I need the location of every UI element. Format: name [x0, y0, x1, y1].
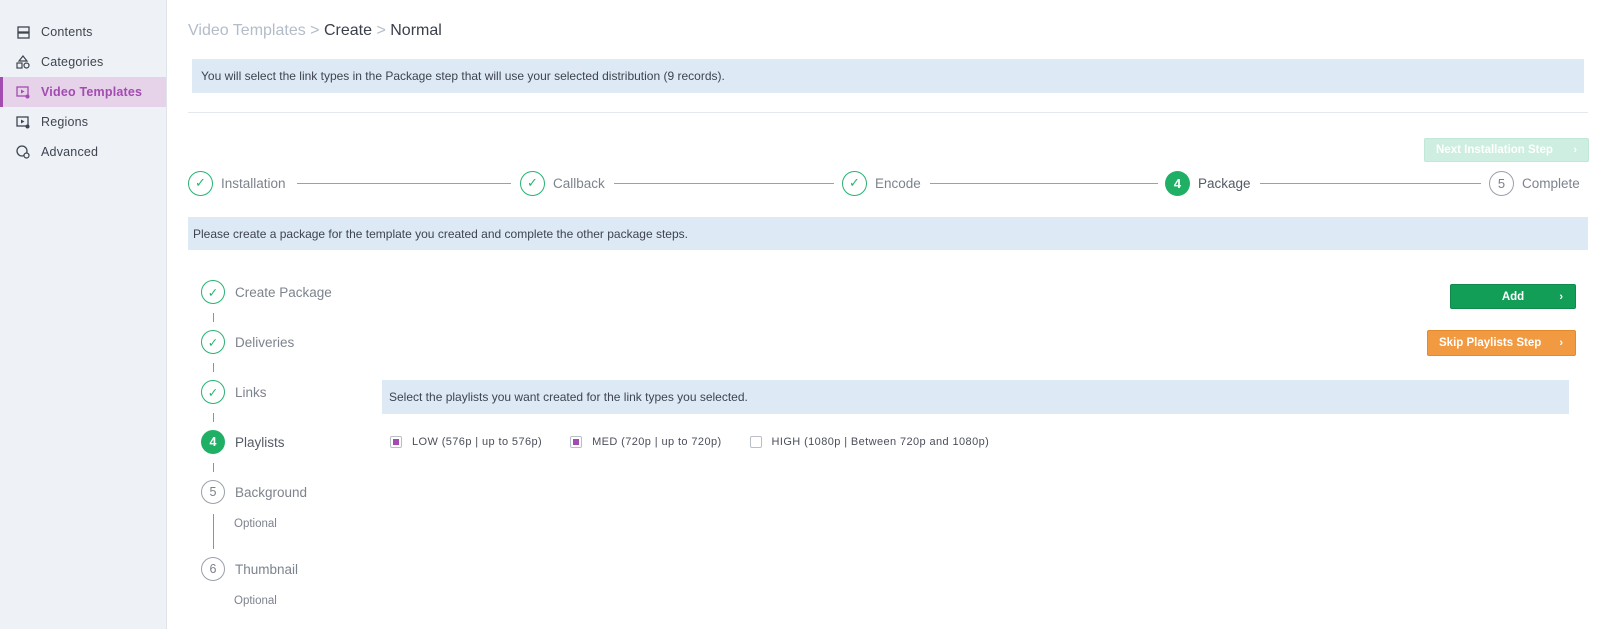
package-info-text: Please create a package for the template… — [193, 226, 688, 241]
sidebar-item-categories[interactable]: Categories — [0, 47, 166, 77]
add-button-label: Add — [1501, 290, 1525, 303]
playlists-info-text: Select the playlists you want created fo… — [389, 390, 748, 404]
sidebar-item-regions[interactable]: Regions — [0, 107, 166, 137]
substep-connector — [213, 363, 214, 372]
skip-playlists-step-label: Skip Playlists Step — [1439, 337, 1542, 349]
check-icon: ✓ — [201, 380, 225, 404]
step-label: Installation — [221, 175, 286, 191]
playlist-option-low[interactable]: LOW (576p | up to 576p) — [390, 436, 542, 448]
substep-connector — [213, 413, 214, 422]
contents-icon — [16, 25, 30, 39]
sidebar-item-advanced[interactable]: Advanced — [0, 137, 166, 167]
substep-number: 6 — [201, 557, 225, 581]
sidebar-item-label: Video Templates — [41, 85, 143, 99]
next-installation-step-label: Next Installation Step — [1436, 144, 1553, 156]
check-icon: ✓ — [188, 170, 213, 196]
sidebar-item-contents[interactable]: Contents — [0, 17, 166, 47]
sidebar-item-video-templates[interactable]: Video Templates — [0, 77, 166, 107]
substep-number: 4 — [201, 430, 225, 454]
checkbox[interactable] — [749, 436, 762, 448]
breadcrumb-normal: Normal — [390, 22, 442, 39]
sidebar-item-label: Contents — [41, 25, 93, 39]
step-label: Callback — [553, 175, 605, 191]
stepper-connector — [1260, 183, 1481, 184]
distribution-info-text: You will select the link types in the Pa… — [201, 69, 725, 83]
chevron-right-icon: › — [1559, 290, 1563, 303]
package-info-banner: Please create a package for the template… — [188, 217, 1588, 250]
chevron-right-icon: › — [1573, 144, 1577, 156]
substep-label: Thumbnail — [235, 561, 299, 577]
optional-note: Optional — [234, 518, 277, 530]
add-button[interactable]: Add › — [1450, 284, 1576, 309]
playlist-option-label: LOW (576p | up to 576p) — [412, 436, 543, 448]
playlists-info-banner: Select the playlists you want created fo… — [382, 380, 1569, 414]
playlist-options: LOW (576p | up to 576p) MED (720p | up t… — [390, 436, 1017, 448]
breadcrumb-video-templates[interactable]: Video Templates — [188, 22, 306, 39]
check-icon: ✓ — [520, 170, 545, 196]
skip-playlists-step-button[interactable]: Skip Playlists Step › — [1427, 330, 1576, 356]
playlist-option-med[interactable]: MED (720p | up to 720p) — [570, 436, 721, 448]
divider — [188, 112, 1588, 113]
step-package[interactable]: 4 Package — [1165, 170, 1251, 196]
playlist-option-label: HIGH (1080p | Between 720p and 1080p) — [771, 436, 990, 448]
distribution-info-banner: You will select the link types in the Pa… — [192, 59, 1584, 93]
step-label: Package — [1198, 175, 1251, 191]
substep-label: Deliveries — [235, 334, 295, 350]
substep-label: Links — [235, 384, 267, 400]
breadcrumb-separator: > — [376, 22, 386, 39]
check-icon: ✓ — [842, 170, 867, 196]
breadcrumb-separator: > — [310, 22, 320, 39]
playlist-option-high[interactable]: HIGH (1080p | Between 720p and 1080p) — [749, 436, 990, 448]
chevron-right-icon: › — [1559, 337, 1563, 349]
video-templates-icon — [16, 85, 30, 99]
step-callback[interactable]: ✓ Callback — [520, 170, 605, 196]
substep-number: 5 — [201, 480, 225, 504]
stepper-connector — [930, 183, 1158, 184]
checkbox-checked-mark — [573, 439, 580, 445]
regions-icon — [16, 115, 30, 129]
checkbox-checked-mark — [393, 439, 399, 445]
sidebar-item-label: Categories — [41, 55, 104, 69]
categories-icon — [16, 55, 30, 69]
stepper-connector — [297, 183, 511, 184]
advanced-icon — [16, 145, 30, 159]
substep-create-package[interactable]: ✓ Create Package — [201, 280, 332, 304]
substep-background[interactable]: 5 Background — [201, 480, 307, 504]
next-installation-step-button[interactable]: Next Installation Step › — [1424, 138, 1589, 162]
substep-deliveries[interactable]: ✓ Deliveries — [201, 330, 294, 354]
step-label: Encode — [875, 175, 921, 191]
substep-thumbnail[interactable]: 6 Thumbnail — [201, 557, 298, 581]
substep-connector — [213, 313, 214, 322]
step-complete[interactable]: 5 Complete — [1489, 170, 1580, 196]
optional-note: Optional — [234, 595, 277, 607]
checkbox[interactable] — [390, 436, 402, 448]
substep-links[interactable]: ✓ Links — [201, 380, 267, 404]
checkbox[interactable] — [570, 436, 583, 448]
substep-connector — [213, 463, 214, 472]
check-icon: ✓ — [201, 330, 225, 354]
check-icon: ✓ — [201, 280, 225, 304]
sidebar: Contents Categories Video Templates Regi… — [0, 0, 167, 629]
playlist-option-label: MED (720p | up to 720p) — [592, 436, 722, 448]
sidebar-item-label: Advanced — [41, 145, 99, 159]
step-number: 5 — [1489, 170, 1514, 196]
sidebar-item-label: Regions — [41, 115, 89, 129]
step-number: 4 — [1165, 170, 1190, 196]
step-encode[interactable]: ✓ Encode — [842, 170, 921, 196]
breadcrumb: Video Templates > Create > Normal — [188, 22, 442, 40]
substep-playlists[interactable]: 4 Playlists — [201, 430, 285, 454]
step-label: Complete — [1522, 175, 1580, 191]
substep-label: Playlists — [235, 434, 285, 450]
step-installation[interactable]: ✓ Installation — [188, 170, 286, 196]
breadcrumb-create[interactable]: Create — [324, 22, 372, 39]
substep-label: Background — [235, 484, 308, 500]
stepper-connector — [614, 183, 834, 184]
substep-label: Create Package — [235, 284, 332, 300]
substep-connector — [213, 514, 214, 549]
